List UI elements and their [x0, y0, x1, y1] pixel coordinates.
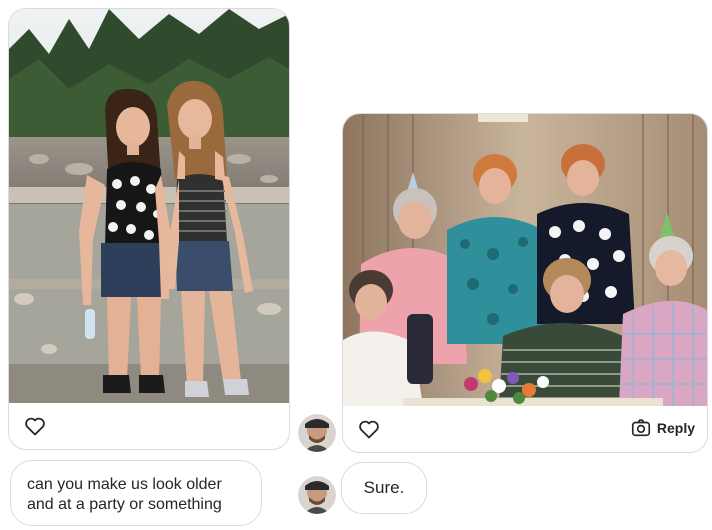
- message-text: Sure.: [363, 478, 405, 497]
- heart-icon[interactable]: [23, 414, 47, 438]
- reply-button[interactable]: Reply: [630, 415, 695, 441]
- reply-message-bubble[interactable]: Sure.: [341, 462, 427, 514]
- message-text-line: and at a party or something: [27, 496, 222, 513]
- avatar[interactable]: [298, 414, 336, 452]
- avatar[interactable]: [298, 476, 336, 514]
- camera-icon: [631, 419, 650, 437]
- reply-photo-message[interactable]: Reply: [342, 113, 708, 453]
- reply-photo-elderly-party[interactable]: [343, 114, 707, 406]
- message-text-line: can you make us look older: [27, 476, 222, 493]
- reply-label: Reply: [656, 420, 695, 436]
- message-actions: Reply: [343, 406, 707, 452]
- message-actions: [9, 403, 289, 449]
- shared-photo-two-girls[interactable]: [9, 9, 289, 403]
- shared-photo-message[interactable]: [8, 8, 290, 450]
- heart-icon[interactable]: [357, 417, 381, 441]
- user-message-bubble[interactable]: can you make us look older and at a part…: [10, 460, 262, 526]
